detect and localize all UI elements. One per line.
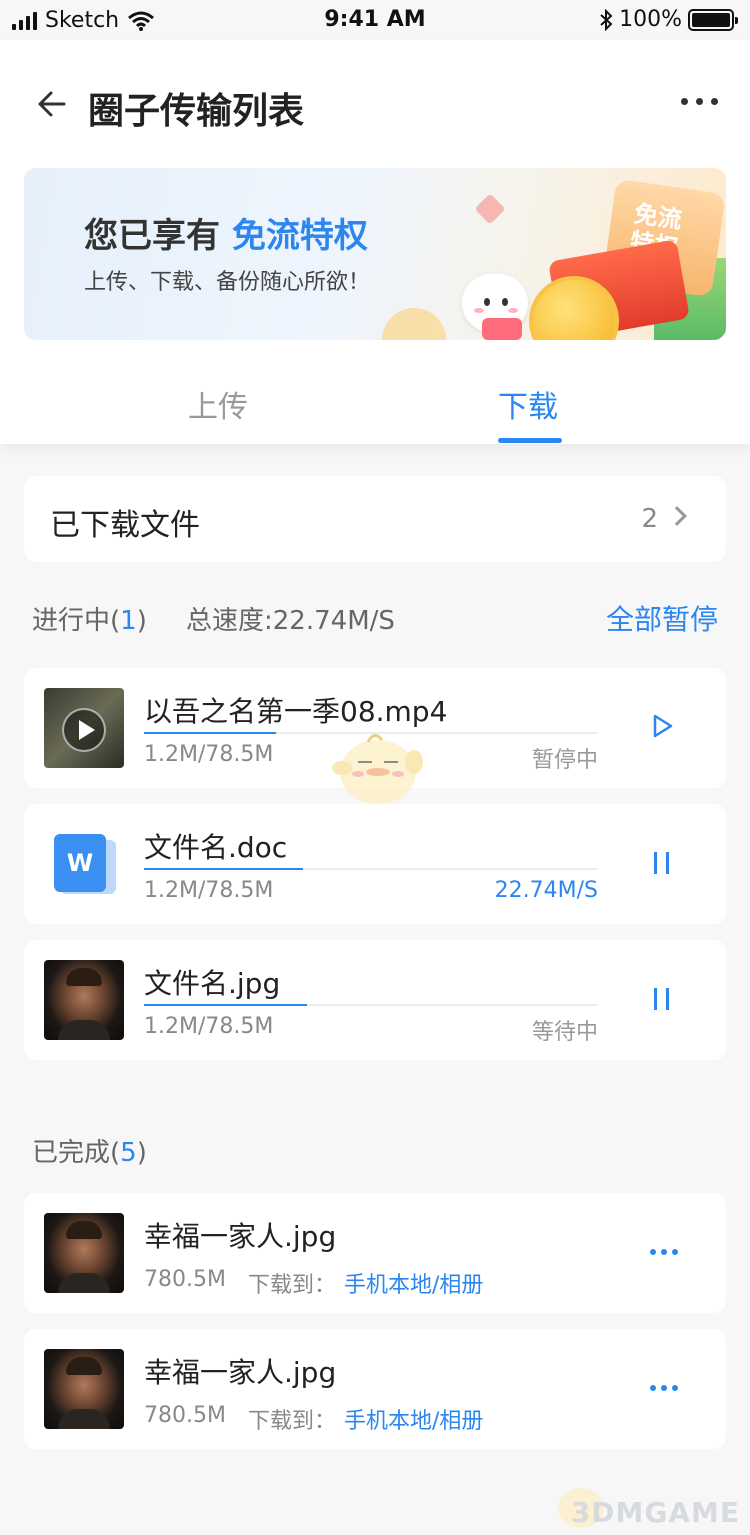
transfer-status: 等待中 <box>531 1020 598 1045</box>
transfer-item[interactable]: W 文件名.doc 1.2M/78.5M 22.74M/S <box>24 804 726 924</box>
completed-item[interactable]: 幸福一家人.jpg 780.5M 下载到： 手机本地/相册 <box>24 1329 726 1449</box>
mascot-scarf <box>482 318 522 340</box>
downloaded-files-count: 2 <box>641 504 658 534</box>
watermark: 3DMGAME <box>570 1496 740 1529</box>
downloaded-files-row[interactable]: 已下载文件 2 <box>24 476 726 562</box>
image-thumbnail <box>44 1349 124 1429</box>
kite-decoration <box>474 193 506 225</box>
destination-label: 下载到： <box>248 1273 337 1298</box>
banner-headline: 您已享有 免流特权 <box>84 216 368 256</box>
chevron-right-icon <box>667 506 687 526</box>
in-progress-header: 进行中(1) <box>32 606 147 636</box>
word-doc-icon: W <box>54 834 116 894</box>
arrow-left-icon[interactable] <box>36 88 68 120</box>
coin-decoration <box>382 308 446 340</box>
downloaded-files-label: 已下载文件 <box>50 508 200 543</box>
play-overlay-icon <box>62 708 106 752</box>
tab-bar: 上传 下载 <box>0 360 750 444</box>
bluetooth-icon <box>600 8 613 31</box>
file-size: 780.5M <box>144 1403 226 1428</box>
transfer-speed: 22.74M/S <box>494 878 598 903</box>
file-size: 1.2M/78.5M <box>144 1014 274 1039</box>
destination-label: 下载到： <box>248 1409 337 1434</box>
progress-bar <box>144 1004 598 1006</box>
file-name: 文件名.jpg <box>144 967 281 1000</box>
transfer-status: 暂停中 <box>531 748 598 773</box>
promo-banner[interactable]: 免流特权 您已享有 免流特权 上传、下载、备份随心所欲！ <box>24 168 726 340</box>
page-title: 圈子传输列表 <box>88 91 305 132</box>
completed-header: 已完成(5) <box>32 1138 147 1168</box>
tab-upload[interactable]: 上传 <box>188 382 248 426</box>
file-name: 幸福一家人.jpg <box>144 1356 337 1389</box>
banner-subtitle: 上传、下载、备份随心所欲！ <box>84 270 371 295</box>
completed-item[interactable]: 幸福一家人.jpg 780.5M 下载到： 手机本地/相册 <box>24 1193 726 1313</box>
tab-download[interactable]: 下载 <box>498 382 558 426</box>
navigation-bar: 圈子传输列表 <box>0 40 750 168</box>
progress-bar <box>144 868 598 870</box>
more-options-icon[interactable] <box>650 1249 678 1255</box>
battery-icon <box>688 8 738 31</box>
transfer-item[interactable]: 文件名.jpg 1.2M/78.5M 等待中 <box>24 940 726 1060</box>
image-thumbnail <box>44 1213 124 1293</box>
battery-percent: 100% <box>619 7 682 32</box>
destination-link[interactable]: 手机本地/相册 <box>344 1267 483 1299</box>
more-options-icon[interactable] <box>650 1385 678 1391</box>
file-size: 1.2M/78.5M <box>144 742 274 767</box>
file-name: 幸福一家人.jpg <box>144 1220 337 1253</box>
file-name: 以吾之名第一季08.mp4 <box>144 695 448 728</box>
pause-icon[interactable] <box>648 848 676 876</box>
destination-link[interactable]: 手机本地/相册 <box>344 1403 483 1435</box>
status-bar: Sketch 9:41 AM 100% <box>0 0 750 40</box>
total-speed: 总速度:22.74M/S <box>186 606 395 636</box>
image-thumbnail <box>44 960 124 1040</box>
in-progress-count: 1 <box>120 606 137 636</box>
file-size: 780.5M <box>144 1267 226 1292</box>
play-icon[interactable] <box>648 712 676 740</box>
file-name: 文件名.doc <box>144 831 288 864</box>
completed-count: 5 <box>120 1138 137 1168</box>
active-tab-indicator <box>498 438 562 443</box>
pause-all-button[interactable]: 全部暂停 <box>606 598 718 638</box>
file-size: 1.2M/78.5M <box>144 878 274 903</box>
more-horizontal-icon[interactable] <box>681 98 718 105</box>
chick-mascot-icon <box>332 734 423 804</box>
video-thumbnail <box>44 688 124 768</box>
pause-icon[interactable] <box>648 984 676 1012</box>
